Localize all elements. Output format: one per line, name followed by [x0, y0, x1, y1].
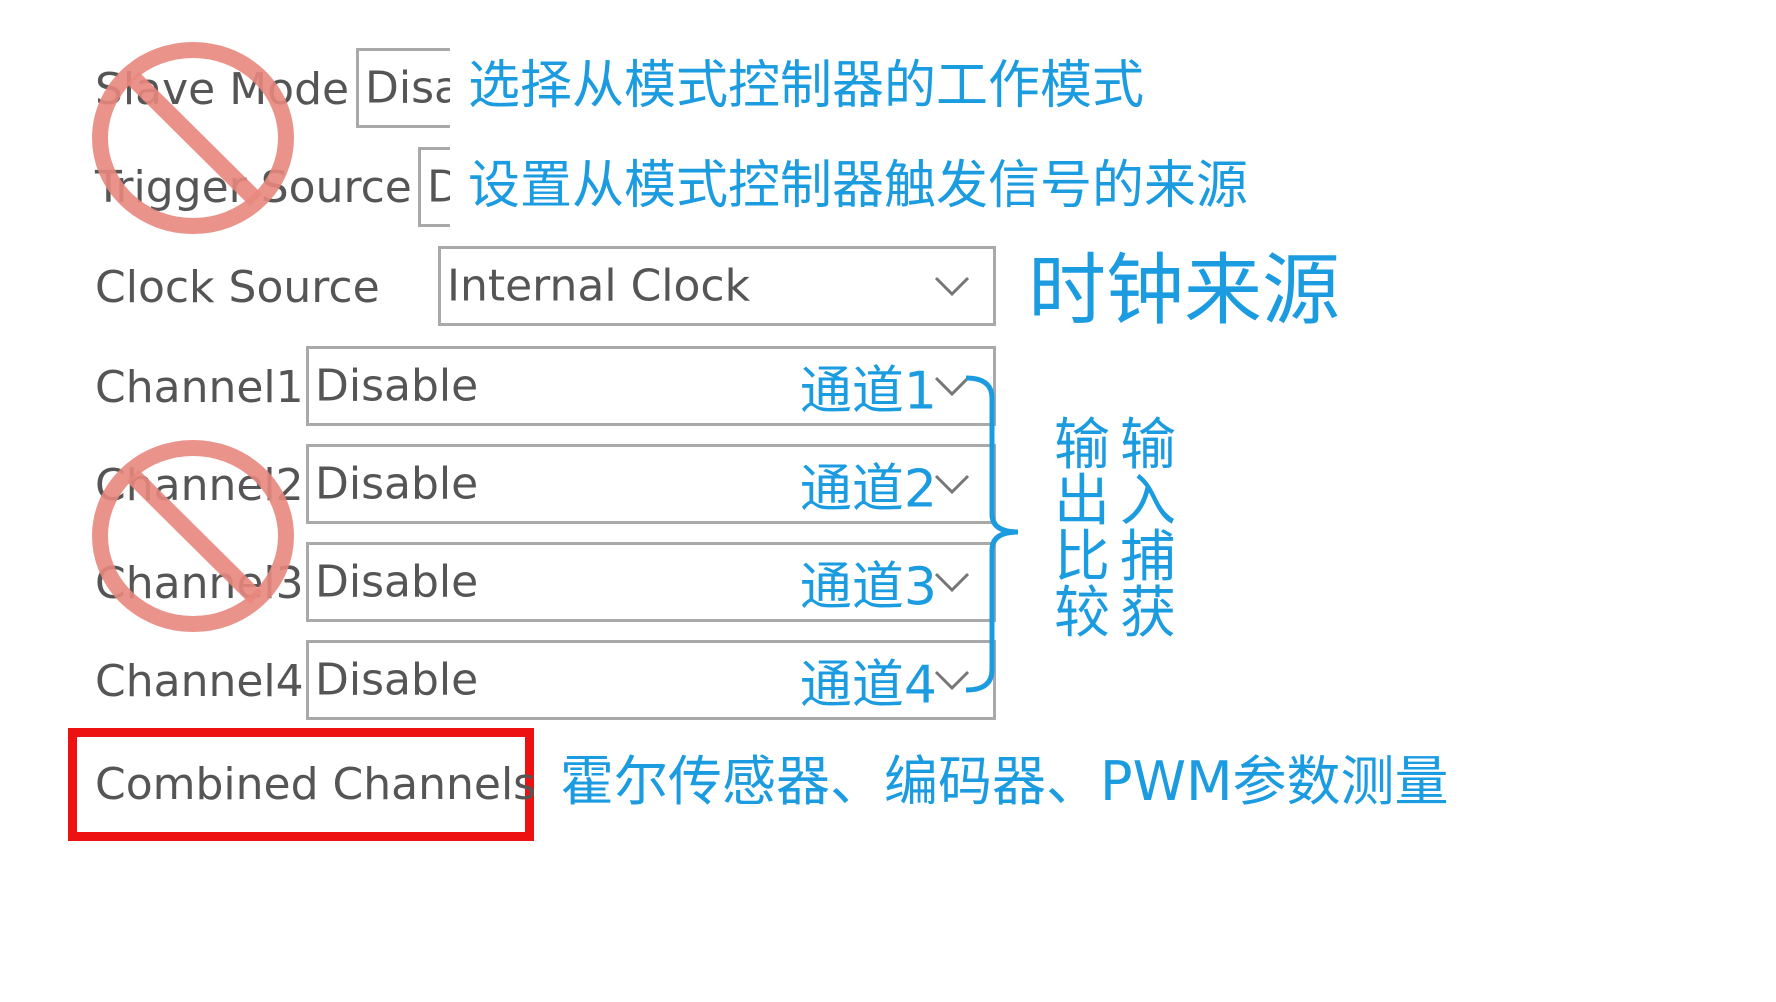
no-sign-icon [92, 42, 294, 234]
channel1-label: Channel1 [95, 362, 304, 413]
channel3-select[interactable]: Disable 通道3 [306, 542, 996, 622]
channel4-label: Channel4 [95, 656, 304, 707]
output-compare-note: 输出比较 [1054, 413, 1110, 646]
clock-source-value: Internal Clock [447, 260, 751, 312]
curly-bracket-icon [965, 375, 1019, 693]
chevron-down-icon [934, 276, 970, 297]
channel4-select[interactable]: Disable 通道4 [306, 640, 996, 720]
channel1-note: 通道1 [799, 361, 937, 422]
clock-source-select[interactable]: Internal Clock [438, 246, 996, 326]
input-capture-note: 输入捕获 [1120, 413, 1176, 646]
channel2-note: 通道2 [799, 459, 937, 520]
clock-source-note: 时钟来源 [1028, 246, 1341, 336]
channel4-note: 通道4 [799, 655, 937, 716]
trigger-source-note: 设置从模式控制器触发信号的来源 [468, 156, 1249, 216]
channel2-value: Disable [315, 458, 479, 510]
no-sign-icon [92, 440, 294, 632]
clock-source-label: Clock Source [95, 262, 380, 313]
channel2-select[interactable]: Disable 通道2 [306, 444, 996, 524]
channel1-select[interactable]: Disable 通道1 [306, 346, 996, 426]
combined-channels-label[interactable]: Combined Channels [95, 763, 536, 807]
channel3-note: 通道3 [799, 557, 937, 618]
channel3-value: Disable [315, 556, 479, 608]
slave-mode-note: 选择从模式控制器的工作模式 [468, 56, 1145, 116]
combined-channels-note: 霍尔传感器、编码器、PWM参数测量 [560, 750, 1449, 813]
channel4-value: Disable [315, 654, 479, 706]
channel1-value: Disable [315, 360, 479, 412]
